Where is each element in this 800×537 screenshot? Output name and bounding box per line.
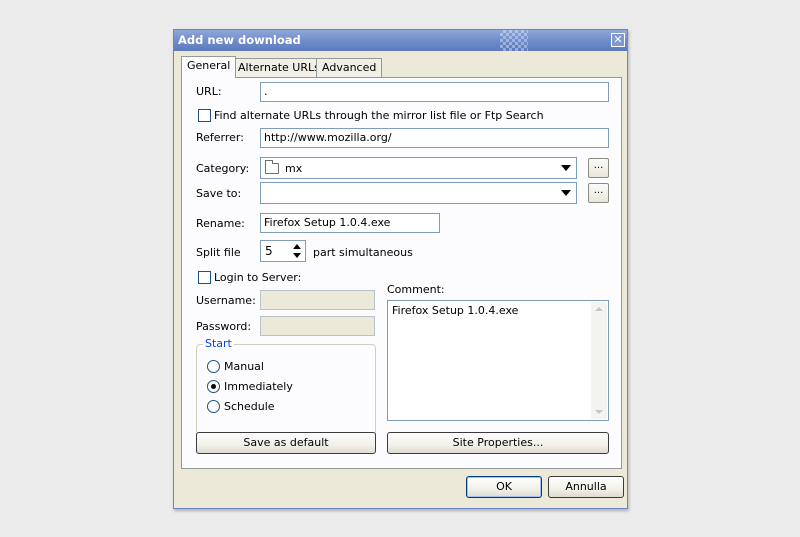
save-as-default-button[interactable]: Save as default (196, 432, 376, 454)
radio-schedule-label[interactable]: Schedule (224, 400, 275, 413)
comment-scrollbar[interactable] (591, 302, 607, 419)
scroll-up-icon[interactable] (595, 307, 603, 311)
tab-advanced[interactable]: Advanced (316, 58, 383, 77)
referrer-label: Referrer: (196, 131, 244, 144)
login-checkbox-label[interactable]: Login to Server: (214, 271, 301, 284)
password-input[interactable] (260, 316, 375, 336)
dialog-title: Add new download (178, 33, 301, 47)
mirror-checkbox[interactable] (198, 109, 211, 122)
save-to-label: Save to: (196, 187, 242, 200)
login-checkbox[interactable] (198, 271, 211, 284)
comment-label: Comment: (387, 283, 445, 296)
add-download-dialog: Add new download ✕ General Alternate URL… (173, 29, 628, 509)
spin-down-icon[interactable] (290, 251, 304, 260)
spin-up-icon[interactable] (290, 242, 304, 251)
save-to-select[interactable] (260, 182, 577, 204)
url-input[interactable]: . (260, 82, 609, 102)
split-suffix: part simultaneous (313, 246, 413, 259)
scroll-down-icon[interactable] (595, 410, 603, 414)
folder-icon (265, 160, 279, 174)
radio-manual-label[interactable]: Manual (224, 360, 264, 373)
username-input[interactable] (260, 290, 375, 310)
split-stepper[interactable]: 5 (260, 240, 306, 262)
category-select[interactable]: mx (260, 157, 577, 179)
general-panel: URL: . Find alternate URLs through the m… (181, 77, 622, 469)
save-to-browse-button[interactable]: ... (588, 183, 609, 203)
referrer-input[interactable]: http://www.mozilla.org/ (260, 128, 609, 148)
radio-immediately-label[interactable]: Immediately (224, 380, 293, 393)
chevron-down-icon[interactable] (558, 184, 575, 202)
category-browse-button[interactable]: ... (588, 158, 609, 178)
comment-text: Firefox Setup 1.0.4.exe (392, 304, 519, 317)
split-label: Split file (196, 246, 241, 259)
start-group-label: Start (203, 337, 234, 350)
radio-manual[interactable] (207, 360, 220, 373)
title-bar[interactable]: Add new download ✕ (174, 30, 627, 51)
mirror-checkbox-label[interactable]: Find alternate URLs through the mirror l… (214, 109, 544, 122)
tab-alternate-urls[interactable]: Alternate URLs (232, 58, 326, 77)
radio-immediately[interactable] (207, 380, 220, 393)
chevron-down-icon[interactable] (558, 159, 575, 177)
comment-textarea[interactable]: Firefox Setup 1.0.4.exe (387, 300, 609, 421)
cancel-button[interactable]: Annulla (548, 476, 624, 498)
tab-general[interactable]: General (181, 56, 237, 78)
username-label: Username: (196, 294, 256, 307)
titlebar-decoration (500, 30, 528, 51)
url-label: URL: (196, 85, 222, 98)
category-label: Category: (196, 162, 250, 175)
rename-label: Rename: (196, 217, 245, 230)
radio-schedule[interactable] (207, 400, 220, 413)
split-value: 5 (265, 244, 273, 258)
site-properties-button[interactable]: Site Properties... (387, 432, 609, 454)
password-label: Password: (196, 320, 252, 333)
rename-input[interactable]: Firefox Setup 1.0.4.exe (260, 213, 440, 233)
close-button[interactable]: ✕ (611, 33, 625, 47)
category-value: mx (285, 162, 303, 175)
ok-button[interactable]: OK (466, 476, 542, 498)
